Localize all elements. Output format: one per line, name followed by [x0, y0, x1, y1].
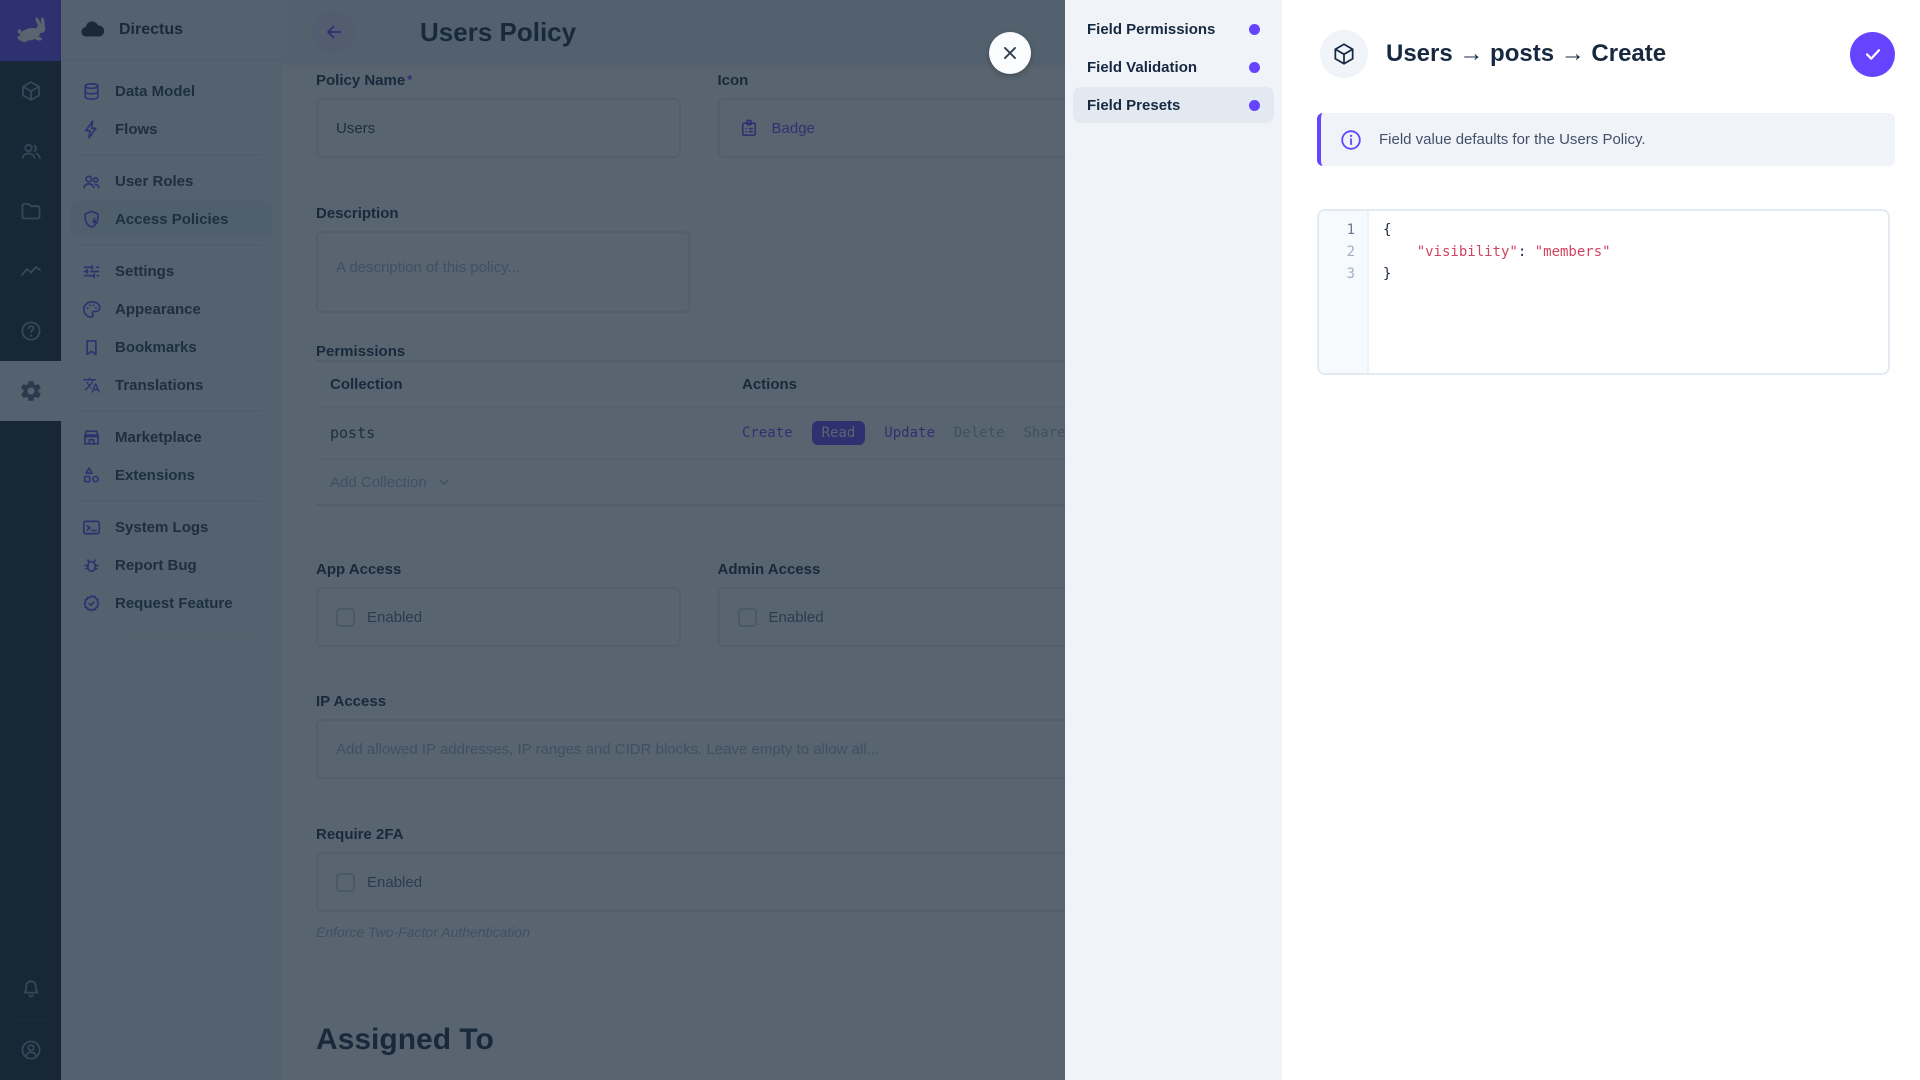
tab-field-validation[interactable]: Field Validation	[1073, 49, 1274, 85]
tab-field-presets[interactable]: Field Presets	[1073, 87, 1274, 123]
info-notice: Field value defaults for the Users Polic…	[1317, 113, 1895, 166]
notice-text: Field value defaults for the Users Polic…	[1379, 131, 1646, 148]
line-number-gutter: 1 2 3	[1319, 211, 1369, 373]
drawer-title: Users → posts → Create	[1386, 40, 1666, 68]
drawer-tabs-panel: Field Permissions Field Validation Field…	[1065, 0, 1282, 1080]
check-icon	[1862, 43, 1884, 65]
line-number: 3	[1319, 263, 1355, 285]
drawer: Users → posts → Create Field value defau…	[1282, 0, 1920, 1080]
close-drawer-button[interactable]	[989, 32, 1031, 74]
code-line: }	[1383, 263, 1888, 285]
confirm-button[interactable]	[1850, 32, 1895, 77]
tab-status-dot	[1249, 100, 1260, 111]
tab-status-dot	[1249, 62, 1260, 73]
close-icon	[999, 42, 1021, 64]
info-icon	[1339, 128, 1363, 152]
line-number: 2	[1319, 241, 1355, 263]
code-content[interactable]: { "visibility": "members" }	[1369, 211, 1888, 373]
drawer-header: Users → posts → Create	[1282, 0, 1920, 78]
json-code-editor[interactable]: 1 2 3 { "visibility": "members" }	[1317, 209, 1890, 375]
code-line: "visibility": "members"	[1383, 241, 1888, 263]
drawer-icon-circle	[1320, 30, 1368, 78]
code-line: {	[1383, 219, 1888, 241]
tab-status-dot	[1249, 24, 1260, 35]
box-icon	[1331, 41, 1357, 67]
tab-field-permissions[interactable]: Field Permissions	[1073, 11, 1274, 47]
line-number: 1	[1319, 219, 1355, 241]
